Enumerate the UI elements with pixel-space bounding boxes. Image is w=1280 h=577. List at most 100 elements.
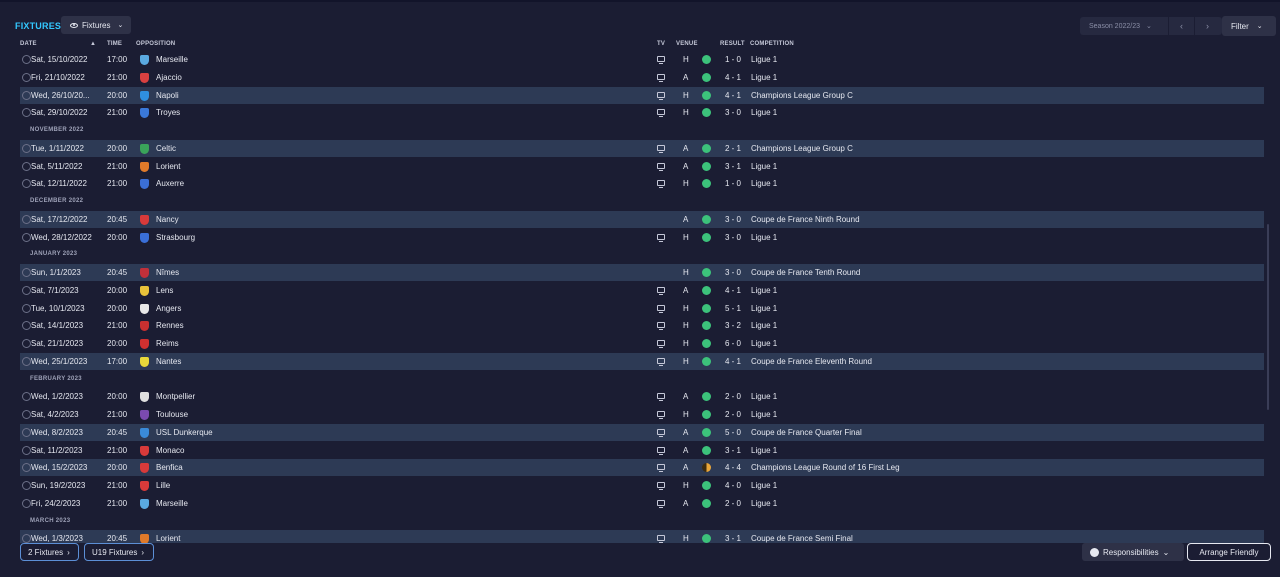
opposition-link[interactable]: Lorient xyxy=(156,158,180,175)
competition-link[interactable]: Coupe de France Ninth Round xyxy=(751,211,860,228)
opposition-link[interactable]: Reims xyxy=(156,335,179,352)
opposition-link[interactable]: Angers xyxy=(156,300,181,317)
filter-button[interactable]: Filter ⌄ xyxy=(1222,16,1276,36)
fixture-row[interactable]: Sat, 21/1/2023 20:00 Reims H 6 - 0 Ligue 1 xyxy=(20,335,1264,352)
opposition-link[interactable]: Troyes xyxy=(156,104,180,121)
match-result[interactable]: 3 - 0 xyxy=(725,211,741,228)
match-result[interactable]: 3 - 1 xyxy=(725,158,741,175)
match-result[interactable]: 4 - 1 xyxy=(725,87,741,104)
match-result[interactable]: 2 - 0 xyxy=(725,495,741,512)
fixture-row[interactable]: Sat, 15/10/2022 17:00 Marseille H 1 - 0 Ligue… xyxy=(20,51,1264,68)
competition-link[interactable]: Ligue 1 xyxy=(751,388,777,405)
next-season-button[interactable]: › xyxy=(1194,17,1220,35)
match-result[interactable]: 2 - 0 xyxy=(725,388,741,405)
opposition-link[interactable]: Nancy xyxy=(156,211,179,228)
competition-link[interactable]: Coupe de France Semi Final xyxy=(751,530,853,543)
match-result[interactable]: 4 - 1 xyxy=(725,69,741,86)
fixture-row[interactable]: Sat, 29/10/2022 21:00 Troyes H 3 - 0 Ligue 1 xyxy=(20,104,1264,121)
fixture-row[interactable]: Wed, 1/3/2023 20:45 Lorient H 3 - 1 Coupe de … xyxy=(20,530,1264,543)
match-result[interactable]: 3 - 1 xyxy=(725,442,741,459)
match-result[interactable]: 2 - 0 xyxy=(725,406,741,423)
opposition-link[interactable]: Nîmes xyxy=(156,264,179,281)
fixture-row[interactable]: Wed, 25/1/2023 17:00 Nantes H 4 - 1 Coupe de … xyxy=(20,352,1264,370)
fixture-row[interactable]: Wed, 1/2/2023 20:00 Montpellier A 2 - 0 Ligue… xyxy=(20,388,1264,405)
fixture-row[interactable]: Sat, 17/12/2022 20:45 Nancy A 3 - 0 Coupe de … xyxy=(20,210,1264,228)
opposition-link[interactable]: Marseille xyxy=(156,495,188,512)
col-result[interactable]: RESULT xyxy=(720,41,745,47)
col-venue[interactable]: VENUE xyxy=(676,41,698,47)
competition-link[interactable]: Ligue 1 xyxy=(751,442,777,459)
opposition-link[interactable]: Lens xyxy=(156,282,173,299)
view-selector-button[interactable]: Fixtures ⌄ xyxy=(61,16,131,34)
fixture-row[interactable]: Sat, 5/11/2022 21:00 Lorient A 3 - 1 Ligue 1 xyxy=(20,158,1264,175)
fixture-row[interactable]: Tue, 10/1/2023 20:00 Angers H 5 - 1 Ligue 1 xyxy=(20,300,1264,317)
competition-link[interactable]: Ligue 1 xyxy=(751,175,777,192)
fixture-row[interactable]: Sat, 12/11/2022 21:00 Auxerre H 1 - 0 Ligue 1 xyxy=(20,175,1264,192)
match-result[interactable]: 5 - 1 xyxy=(725,300,741,317)
opposition-link[interactable]: Strasbourg xyxy=(156,229,195,246)
fixture-row[interactable]: Fri, 21/10/2022 21:00 Ajaccio A 4 - 1 Ligue 1 xyxy=(20,69,1264,86)
competition-link[interactable]: Ligue 1 xyxy=(751,229,777,246)
match-result[interactable]: 4 - 4 xyxy=(725,459,741,476)
competition-link[interactable]: Coupe de France Quarter Final xyxy=(751,424,862,441)
fixture-row[interactable]: Wed, 8/2/2023 20:45 USL Dunkerque A 5 - 0 Cou… xyxy=(20,423,1264,441)
col-date[interactable]: DATE xyxy=(20,41,37,47)
competition-link[interactable]: Ligue 1 xyxy=(751,300,777,317)
competition-link[interactable]: Ligue 1 xyxy=(751,51,777,68)
col-tv[interactable]: TV xyxy=(657,41,665,47)
responsibilities-button[interactable]: Responsibilities ⌄ xyxy=(1082,543,1184,561)
fixture-row[interactable]: Sat, 14/1/2023 21:00 Rennes H 3 - 2 Ligue 1 xyxy=(20,317,1264,334)
match-result[interactable]: 3 - 1 xyxy=(725,530,741,543)
opposition-link[interactable]: Toulouse xyxy=(156,406,188,423)
match-result[interactable]: 2 - 1 xyxy=(725,140,741,157)
col-competition[interactable]: COMPETITION xyxy=(750,41,794,47)
opposition-link[interactable]: Nantes xyxy=(156,353,181,370)
opposition-link[interactable]: Rennes xyxy=(156,317,184,334)
opposition-link[interactable]: Ajaccio xyxy=(156,69,182,86)
fixture-row[interactable]: Tue, 1/11/2022 20:00 Celtic A 2 - 1 Champions… xyxy=(20,139,1264,157)
match-result[interactable]: 3 - 0 xyxy=(725,104,741,121)
competition-link[interactable]: Champions League Round of 16 First Leg xyxy=(751,459,900,476)
match-result[interactable]: 1 - 0 xyxy=(725,175,741,192)
competition-link[interactable]: Ligue 1 xyxy=(751,69,777,86)
competition-link[interactable]: Ligue 1 xyxy=(751,495,777,512)
competition-link[interactable]: Ligue 1 xyxy=(751,104,777,121)
match-result[interactable]: 3 - 0 xyxy=(725,229,741,246)
competition-link[interactable]: Ligue 1 xyxy=(751,317,777,334)
col-time[interactable]: TIME xyxy=(107,41,122,47)
fixture-row[interactable]: Sat, 11/2/2023 21:00 Monaco A 3 - 1 Ligue 1 xyxy=(20,442,1264,459)
fixture-row[interactable]: Wed, 26/10/20... 20:00 Napoli H 4 - 1 Champio… xyxy=(20,86,1264,104)
previous-season-button[interactable]: ‹ xyxy=(1168,17,1194,35)
opposition-link[interactable]: Napoli xyxy=(156,87,179,104)
fixture-row[interactable]: Sat, 7/1/2023 20:00 Lens A 4 - 1 Ligue 1 xyxy=(20,282,1264,299)
arrange-friendly-button[interactable]: Arrange Friendly xyxy=(1187,543,1271,561)
competition-link[interactable]: Ligue 1 xyxy=(751,335,777,352)
fixture-row[interactable]: Fri, 24/2/2023 21:00 Marseille A 2 - 0 Ligue … xyxy=(20,495,1264,512)
season-dropdown[interactable]: Season 2022/23 ⌄ xyxy=(1080,22,1168,31)
fixtures-count-button[interactable]: 2 Fixtures › xyxy=(20,543,79,561)
fixture-row[interactable]: Sun, 1/1/2023 20:45 Nîmes H 3 - 0 Coupe de Fr… xyxy=(20,264,1264,281)
col-opposition[interactable]: OPPOSITION xyxy=(136,41,175,47)
scrollbar[interactable] xyxy=(1267,224,1269,410)
match-result[interactable]: 1 - 0 xyxy=(725,51,741,68)
opposition-link[interactable]: Monaco xyxy=(156,442,184,459)
match-result[interactable]: 3 - 2 xyxy=(725,317,741,334)
competition-link[interactable]: Champions League Group C xyxy=(751,140,853,157)
competition-link[interactable]: Coupe de France Tenth Round xyxy=(751,264,860,281)
match-result[interactable]: 6 - 0 xyxy=(725,335,741,352)
competition-link[interactable]: Ligue 1 xyxy=(751,282,777,299)
competition-link[interactable]: Ligue 1 xyxy=(751,406,777,423)
fixture-row[interactable]: Wed, 15/2/2023 20:00 Benfica A 4 - 4 Champion… xyxy=(20,459,1264,477)
opposition-link[interactable]: Lorient xyxy=(156,530,180,543)
fixture-row[interactable]: Wed, 28/12/2022 20:00 Strasbourg H 3 - 0 Ligu… xyxy=(20,229,1264,246)
match-result[interactable]: 4 - 0 xyxy=(725,477,741,494)
opposition-link[interactable]: Marseille xyxy=(156,51,188,68)
u19-fixtures-button[interactable]: U19 Fixtures › xyxy=(84,543,154,561)
opposition-link[interactable]: USL Dunkerque xyxy=(156,424,213,441)
competition-link[interactable]: Ligue 1 xyxy=(751,477,777,494)
competition-link[interactable]: Coupe de France Eleventh Round xyxy=(751,353,872,370)
match-result[interactable]: 3 - 0 xyxy=(725,264,741,281)
opposition-link[interactable]: Benfica xyxy=(156,459,183,476)
opposition-link[interactable]: Lille xyxy=(156,477,170,494)
match-result[interactable]: 4 - 1 xyxy=(725,282,741,299)
